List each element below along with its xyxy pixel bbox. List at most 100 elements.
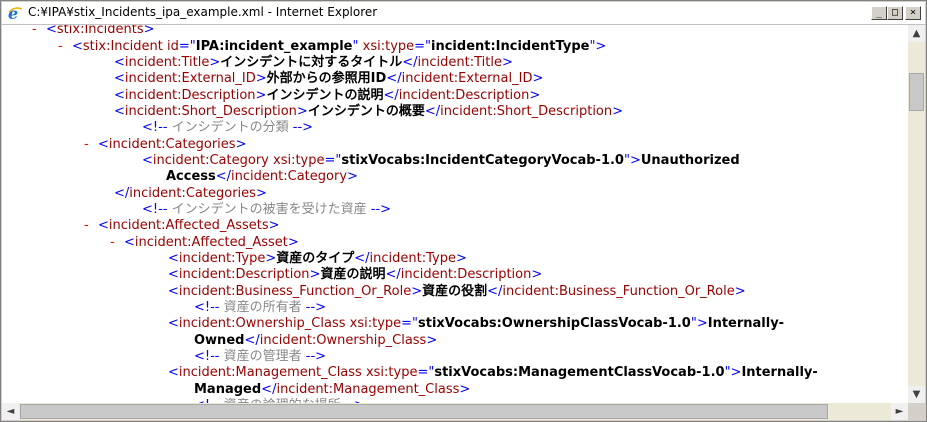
xml-br: "> bbox=[623, 153, 641, 168]
xml-txt: Internally- bbox=[707, 316, 785, 331]
xml-br: <!-- bbox=[142, 202, 168, 217]
xml-txt: 外部からの参照用ID bbox=[266, 71, 387, 86]
vertical-scrollbar[interactable]: ▲ ▼ bbox=[908, 25, 925, 403]
xml-view[interactable]: - <stix:Incidents> - <stix:Incident id="I… bbox=[2, 25, 908, 403]
collapse-toggle[interactable]: - bbox=[110, 235, 115, 251]
horizontal-scroll-thumb[interactable] bbox=[20, 404, 828, 419]
scroll-down-button[interactable]: ▼ bbox=[908, 386, 925, 403]
xml-br: > bbox=[265, 251, 277, 266]
xml-tag: stix:Incidents bbox=[56, 25, 144, 37]
xml-cmt: インシデントの分類 bbox=[167, 120, 293, 135]
xml-tag: incident:Affected_Asset bbox=[134, 235, 288, 250]
xml-br: > bbox=[235, 137, 247, 152]
browser-window: e C:¥IPA¥stix_Incidents_ipa_example.xml … bbox=[0, 0, 927, 422]
xml-br: --> bbox=[305, 349, 327, 364]
xml-tag: incident:Description bbox=[398, 88, 530, 103]
horizontal-scrollbar[interactable]: ◄ ► bbox=[2, 403, 908, 420]
window-title: C:¥IPA¥stix_Incidents_ipa_example.xml - … bbox=[28, 5, 378, 19]
xml-br: <!-- bbox=[194, 349, 220, 364]
xml-line: Owned</incident:Ownership_Class> bbox=[194, 333, 437, 349]
xml-txt: 資産のタイプ bbox=[276, 251, 355, 266]
xml-br: </ bbox=[487, 284, 503, 299]
xml-tag: incident:Business_Function_Or_Role bbox=[502, 284, 735, 299]
vertical-scroll-thumb[interactable] bbox=[909, 73, 924, 111]
xml-tag: incident:Title bbox=[124, 55, 210, 70]
xml-line: <!-- 資産の管理者 --> bbox=[194, 349, 326, 365]
xml-aval: incident:IncidentType bbox=[431, 39, 590, 54]
xml-txt: インシデントの説明 bbox=[266, 88, 384, 103]
xml-br: < bbox=[168, 284, 179, 299]
xml-br: </ bbox=[383, 88, 399, 103]
xml-br: > bbox=[426, 333, 438, 348]
scroll-right-button[interactable]: ► bbox=[891, 403, 908, 420]
xml-aval: stixVocabs:ManagementClassVocab-1.0 bbox=[434, 365, 725, 380]
xml-line: <incident:Ownership_Class xsi:type="stix… bbox=[168, 316, 784, 332]
maximize-button[interactable]: □ bbox=[887, 6, 903, 20]
xml-txt: インシデントに対するタイトル bbox=[220, 55, 403, 70]
xml-br: " bbox=[352, 39, 363, 54]
xml-tag: incident:Categories bbox=[108, 137, 236, 152]
xml-tag: incident:External_ID bbox=[124, 71, 256, 86]
xml-tag: incident:Short_Description bbox=[124, 104, 297, 119]
xml-br: > bbox=[411, 284, 423, 299]
xml-tag: incident:External_ID bbox=[401, 71, 533, 86]
xml-cmt: 資産の管理者 bbox=[219, 349, 306, 364]
xml-br: > bbox=[347, 169, 358, 184]
xml-br: "> bbox=[589, 39, 607, 54]
xml-tag: incident:Management_Class bbox=[276, 382, 460, 397]
collapse-toggle[interactable]: - bbox=[84, 137, 89, 153]
xml-tag: incident:Description bbox=[178, 267, 310, 282]
xml-line: - <incident:Categories> bbox=[84, 137, 247, 153]
xml-br: "> bbox=[690, 316, 708, 331]
xml-br: < bbox=[72, 39, 83, 54]
xml-line: - <stix:Incident id="IPA:incident_exampl… bbox=[58, 39, 607, 55]
xml-br: </ bbox=[215, 169, 232, 184]
xml-aval: stixVocabs:IncidentCategoryVocab-1.0 bbox=[341, 153, 624, 168]
scroll-left-button[interactable]: ◄ bbox=[2, 403, 19, 420]
xml-br: > bbox=[255, 88, 267, 103]
xml-br: < bbox=[124, 235, 135, 250]
xml-line: <incident:Type>資産のタイプ</incident:Type> bbox=[168, 251, 467, 267]
ie-icon: e bbox=[8, 5, 23, 21]
xml-txt: Managed bbox=[194, 382, 262, 397]
xml-br: <!-- bbox=[142, 120, 168, 135]
xml-attr: xsi:type bbox=[349, 316, 402, 331]
xml-attr: xsi:type bbox=[273, 153, 325, 168]
xml-tag: incident:Title bbox=[417, 55, 502, 70]
xml-br: =" bbox=[178, 39, 196, 54]
xml-line: <incident:Title>インシデントに対するタイトル</incident… bbox=[114, 55, 513, 71]
title-bar[interactable]: e C:¥IPA¥stix_Incidents_ipa_example.xml … bbox=[2, 2, 925, 25]
xml-line: <incident:Management_Class xsi:type="sti… bbox=[168, 365, 818, 381]
xml-line: - <stix:Incidents> bbox=[32, 25, 155, 38]
xml-tag: stix:Incident bbox=[82, 39, 168, 54]
xml-attr: xsi:type bbox=[365, 365, 418, 380]
xml-txt: Owned bbox=[194, 333, 245, 348]
xml-br: < bbox=[114, 104, 125, 119]
xml-line: - <incident:Affected_Assets> bbox=[84, 218, 280, 234]
close-button[interactable]: × bbox=[905, 6, 921, 20]
xml-br: --> bbox=[370, 202, 392, 217]
xml-tag: incident:Ownership_Class bbox=[178, 316, 350, 331]
xml-tag: incident:Type bbox=[178, 251, 266, 266]
xml-br: > bbox=[501, 55, 513, 70]
xml-br: > bbox=[612, 104, 624, 119]
xml-br: < bbox=[114, 55, 125, 70]
collapse-toggle[interactable]: - bbox=[84, 218, 89, 234]
collapse-toggle[interactable]: - bbox=[58, 39, 63, 55]
xml-br: < bbox=[168, 251, 179, 266]
xml-txt: Access bbox=[166, 169, 216, 184]
collapse-toggle[interactable]: - bbox=[32, 25, 37, 38]
xml-line: <incident:Description>インシデントの説明</inciden… bbox=[114, 88, 540, 104]
xml-tag: incident:Short_Description bbox=[440, 104, 613, 119]
xml-br: <!-- bbox=[194, 300, 220, 315]
scroll-up-button[interactable]: ▲ bbox=[908, 25, 925, 42]
xml-tag: incident:Categories bbox=[129, 186, 256, 201]
xml-br: < bbox=[114, 88, 125, 103]
xml-tag: incident:Ownership_Class bbox=[259, 333, 427, 348]
xml-br: > bbox=[255, 186, 267, 201]
xml-br: </ bbox=[424, 104, 441, 119]
xml-txt: Unauthorized bbox=[640, 153, 740, 168]
minimize-button[interactable]: _ bbox=[871, 6, 887, 20]
xml-br: < bbox=[168, 365, 179, 380]
xml-br: > bbox=[734, 284, 746, 299]
